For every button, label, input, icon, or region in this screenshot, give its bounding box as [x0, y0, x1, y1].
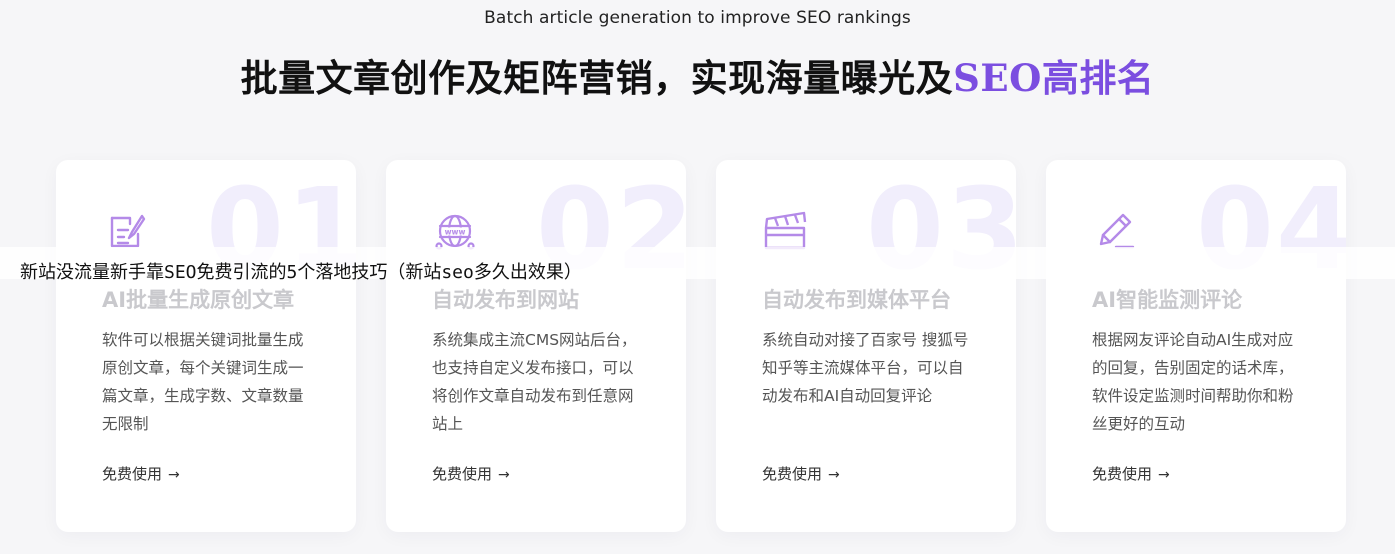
overlay-article-title[interactable]: 新站没流量新手靠SEO免费引流的5个落地技巧（新站seo多久出效果） — [20, 264, 582, 282]
arrow-right-icon: → — [828, 467, 840, 483]
feature-card-media-publish: 03 自动发布到媒体平台 系统自动对接了百家号 搜狐号 知乎等主流媒体平台，可以… — [716, 160, 1016, 532]
free-use-link[interactable]: 免费使用 → — [1092, 463, 1170, 484]
headline-accent-rest: 高排名 — [1041, 57, 1155, 100]
card-description: 系统自动对接了百家号 搜狐号 知乎等主流媒体平台，可以自动发布和AI自动回复评论 — [762, 331, 969, 405]
free-use-link-label: 免费使用 — [102, 465, 163, 483]
arrow-right-icon: → — [498, 467, 510, 483]
card-description: 根据网友评论自动AI生成对应的回复，告别固定的话术库，软件设定监测时间帮助你和粉… — [1092, 331, 1294, 433]
feature-card-comment-monitoring: 04 AI智能监测评论 根据网友评论自动AI生成对应的回复，告别固定的话术库，软… — [1046, 160, 1346, 532]
section-headline: 批量文章创作及矩阵营销，实现海量曝光及SEO高排名 — [0, 48, 1395, 102]
card-description: 系统集成主流CMS网站后台，也支持自定义发布接口，可以将创作文章自动发布到任意网… — [432, 331, 637, 433]
free-use-link[interactable]: 免费使用 → — [432, 463, 510, 484]
free-use-link-label: 免费使用 — [1092, 465, 1153, 483]
card-title: 自动发布到媒体平台 — [762, 288, 951, 312]
arrow-right-icon: → — [1158, 467, 1170, 483]
section-subtitle: Batch article generation to improve SEO … — [484, 8, 911, 28]
card-title: AI批量生成原创文章 — [102, 288, 295, 312]
feature-card-article-generation: 01 AI批量生成原创文章 软件可以根据关键词批量生成原创文章，每个关键词生成一… — [56, 160, 356, 532]
card-title: AI智能监测评论 — [1092, 288, 1243, 312]
svg-text:www: www — [445, 228, 466, 237]
card-description: 软件可以根据关键词批量生成原创文章，每个关键词生成一篇文章，生成字数、文章数量无… — [102, 331, 304, 433]
card-title: 自动发布到网站 — [432, 288, 579, 312]
headline-accent-seo: SEO — [953, 56, 1042, 100]
arrow-right-icon: → — [168, 467, 180, 483]
free-use-link-label: 免费使用 — [762, 465, 823, 483]
free-use-link-label: 免费使用 — [432, 465, 493, 483]
headline-main: 批量文章创作及矩阵营销，实现海量曝光及 — [240, 57, 954, 100]
free-use-link[interactable]: 免费使用 → — [102, 463, 180, 484]
page: Batch article generation to improve SEO … — [0, 0, 1395, 554]
feature-card-website-publish: 02 www 自动发布到网站 系统集成主流CMS网站后台，也支持自定义发布接口，… — [386, 160, 686, 532]
free-use-link[interactable]: 免费使用 → — [762, 463, 840, 484]
